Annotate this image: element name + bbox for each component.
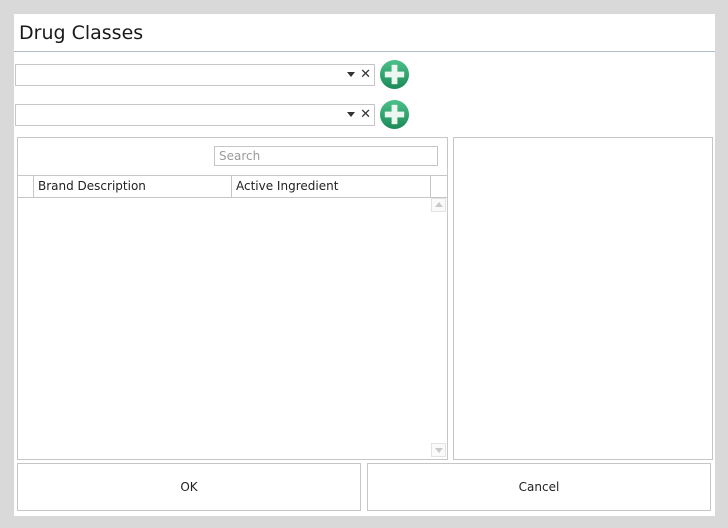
- drug-classes-dialog: Drug Classes ✕ ✕ Search Brand Descriptio…: [14, 14, 715, 516]
- add-button-2[interactable]: [379, 99, 410, 130]
- grid-header: Brand Description Active Ingredient: [18, 175, 447, 198]
- search-input[interactable]: [214, 146, 438, 166]
- chevron-down-icon[interactable]: [347, 112, 355, 117]
- clear-icon[interactable]: ✕: [360, 66, 371, 83]
- drug-grid-panel: Brand Description Active Ingredient: [17, 137, 448, 460]
- scroll-up-button[interactable]: [431, 198, 446, 212]
- detail-panel: [453, 137, 713, 460]
- dialog-title: Drug Classes: [19, 22, 144, 44]
- cancel-button[interactable]: Cancel: [367, 463, 711, 511]
- add-button-1[interactable]: [379, 59, 410, 90]
- column-brand-description[interactable]: Brand Description: [34, 176, 232, 197]
- drug-class-combo-2[interactable]: ✕: [15, 104, 375, 126]
- column-active-ingredient[interactable]: Active Ingredient: [232, 176, 431, 197]
- ok-button[interactable]: OK: [17, 463, 361, 511]
- header-filler: [431, 176, 447, 197]
- chevron-down-icon[interactable]: [347, 72, 355, 77]
- scroll-down-icon: [435, 448, 443, 453]
- clear-icon[interactable]: ✕: [360, 106, 371, 123]
- scroll-down-button[interactable]: [431, 443, 446, 457]
- drug-class-combo-1[interactable]: ✕: [15, 64, 375, 86]
- row-selector-header: [18, 176, 34, 197]
- title-divider: [14, 51, 715, 52]
- scroll-up-icon: [435, 202, 443, 207]
